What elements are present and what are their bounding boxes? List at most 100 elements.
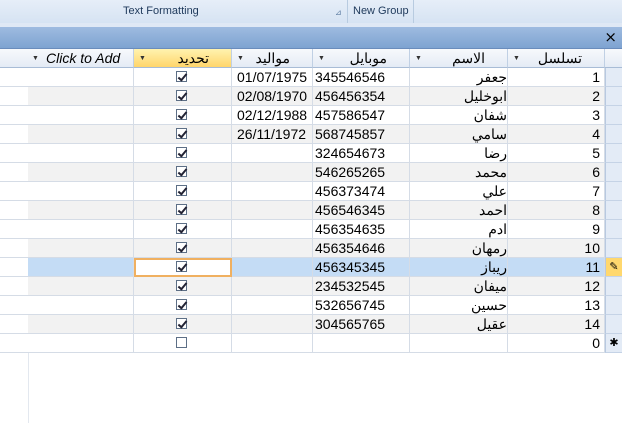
mobile-cell[interactable] — [313, 334, 410, 353]
column-header-mobile[interactable]: ▼ موبايل — [313, 49, 410, 68]
select-checkbox[interactable] — [176, 204, 187, 215]
name-cell[interactable]: رضا — [410, 144, 508, 163]
name-cell[interactable]: ريباز — [410, 258, 508, 277]
seq-cell[interactable]: 14 — [508, 315, 605, 334]
click-to-add-cell[interactable] — [28, 315, 134, 334]
select-cell[interactable] — [134, 144, 232, 163]
record-selector[interactable] — [605, 163, 622, 182]
mobile-cell[interactable]: 532656745 — [313, 296, 410, 315]
seq-cell[interactable]: 2 — [508, 87, 605, 106]
seq-cell[interactable]: 4 — [508, 125, 605, 144]
select-checkbox[interactable] — [176, 280, 187, 291]
mobile-cell[interactable]: 324654673 — [313, 144, 410, 163]
column-header-select[interactable]: ▼ تحديد — [134, 49, 232, 68]
select-cell[interactable] — [134, 277, 232, 296]
birth-cell[interactable] — [232, 239, 313, 258]
chevron-down-icon[interactable]: ▼ — [318, 55, 325, 62]
select-cell[interactable] — [134, 68, 232, 87]
birth-cell[interactable]: 26/11/1972 — [232, 125, 313, 144]
record-selector[interactable] — [605, 239, 622, 258]
name-cell[interactable] — [410, 334, 508, 353]
seq-cell[interactable]: 7 — [508, 182, 605, 201]
birth-cell[interactable] — [232, 144, 313, 163]
dialog-launcher-icon[interactable]: ⊿ — [335, 8, 344, 17]
birth-cell[interactable] — [232, 182, 313, 201]
select-cell[interactable] — [134, 87, 232, 106]
click-to-add-cell[interactable] — [28, 220, 134, 239]
seq-cell[interactable]: 6 — [508, 163, 605, 182]
select-all-corner[interactable] — [605, 49, 622, 68]
mobile-cell[interactable]: 234532545 — [313, 277, 410, 296]
column-header-name[interactable]: ▼ الاسم — [410, 49, 508, 68]
name-cell[interactable]: محمد — [410, 163, 508, 182]
select-checkbox[interactable] — [176, 299, 187, 310]
select-cell[interactable] — [134, 239, 232, 258]
birth-cell[interactable] — [232, 220, 313, 239]
record-selector[interactable] — [605, 106, 622, 125]
mobile-cell[interactable]: 456456354 — [313, 87, 410, 106]
click-to-add-cell[interactable] — [28, 201, 134, 220]
select-checkbox[interactable] — [176, 261, 187, 272]
name-cell[interactable]: شفان — [410, 106, 508, 125]
seq-cell[interactable]: 8 — [508, 201, 605, 220]
birth-cell[interactable] — [232, 201, 313, 220]
record-selector[interactable] — [605, 296, 622, 315]
click-to-add-cell[interactable] — [28, 296, 134, 315]
birth-cell[interactable]: 02/08/1970 — [232, 87, 313, 106]
seq-cell[interactable]: 10 — [508, 239, 605, 258]
seq-cell[interactable]: 9 — [508, 220, 605, 239]
select-cell[interactable] — [134, 334, 232, 353]
mobile-cell[interactable]: 456546345 — [313, 201, 410, 220]
chevron-down-icon[interactable]: ▼ — [513, 55, 520, 62]
select-checkbox[interactable] — [176, 109, 187, 120]
select-checkbox[interactable] — [176, 128, 187, 139]
record-selector[interactable] — [605, 144, 622, 163]
birth-cell[interactable] — [232, 315, 313, 334]
record-selector[interactable] — [605, 201, 622, 220]
mobile-cell[interactable]: 456373474 — [313, 182, 410, 201]
seq-cell[interactable]: 11 — [508, 258, 605, 277]
name-cell[interactable]: ابوخليل — [410, 87, 508, 106]
select-checkbox[interactable] — [176, 242, 187, 253]
select-cell[interactable] — [134, 125, 232, 144]
record-selector[interactable] — [605, 277, 622, 296]
name-cell[interactable]: ميفان — [410, 277, 508, 296]
birth-cell[interactable] — [232, 163, 313, 182]
name-cell[interactable]: عقيل — [410, 315, 508, 334]
mobile-cell[interactable]: 456354646 — [313, 239, 410, 258]
chevron-down-icon[interactable]: ▼ — [237, 55, 244, 62]
birth-cell[interactable]: 01/07/1975 — [232, 68, 313, 87]
record-selector[interactable] — [605, 87, 622, 106]
click-to-add-cell[interactable] — [28, 258, 134, 277]
select-cell[interactable] — [134, 315, 232, 334]
record-selector[interactable] — [605, 220, 622, 239]
column-header-birth[interactable]: ▼ مواليد — [232, 49, 313, 68]
select-cell[interactable] — [134, 163, 232, 182]
mobile-cell[interactable]: 546265265 — [313, 163, 410, 182]
mobile-cell[interactable]: 345546546 — [313, 68, 410, 87]
name-cell[interactable]: سامي — [410, 125, 508, 144]
birth-cell[interactable] — [232, 334, 313, 353]
chevron-down-icon[interactable]: ▼ — [415, 55, 422, 62]
select-checkbox[interactable] — [176, 147, 187, 158]
name-cell[interactable]: احمد — [410, 201, 508, 220]
chevron-down-icon[interactable]: ▼ — [139, 55, 146, 62]
select-checkbox[interactable] — [176, 223, 187, 234]
column-header-click-to-add[interactable]: ▼ Click to Add — [28, 49, 134, 68]
click-to-add-cell[interactable] — [28, 239, 134, 258]
select-cell[interactable] — [134, 258, 232, 277]
select-checkbox[interactable] — [176, 318, 187, 329]
record-selector[interactable] — [605, 125, 622, 144]
birth-cell[interactable]: 02/12/1988 — [232, 106, 313, 125]
name-cell[interactable]: حسين — [410, 296, 508, 315]
mobile-cell[interactable]: 457586547 — [313, 106, 410, 125]
click-to-add-cell[interactable] — [28, 106, 134, 125]
select-cell[interactable] — [134, 201, 232, 220]
select-cell[interactable] — [134, 106, 232, 125]
name-cell[interactable]: جعفر — [410, 68, 508, 87]
birth-cell[interactable] — [232, 296, 313, 315]
select-checkbox[interactable] — [176, 71, 187, 82]
record-selector[interactable] — [605, 68, 622, 87]
record-selector[interactable] — [605, 182, 622, 201]
select-cell[interactable] — [134, 182, 232, 201]
